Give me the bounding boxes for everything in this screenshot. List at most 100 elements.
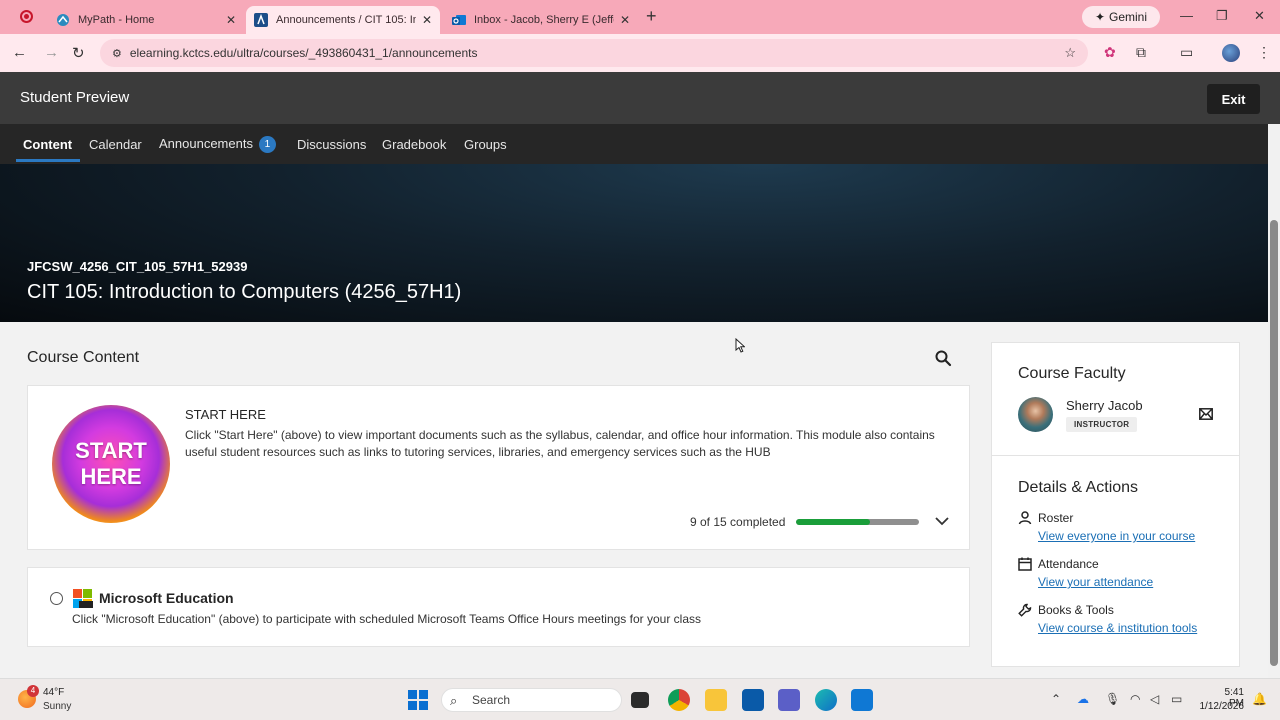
attendance-icon: [1018, 557, 1032, 571]
faculty-name[interactable]: Sherry Jacob: [1066, 398, 1143, 413]
back-icon[interactable]: ←: [12, 44, 27, 61]
edge-icon[interactable]: [815, 689, 837, 711]
reload-icon[interactable]: ↻: [72, 44, 85, 62]
file-explorer-icon[interactable]: [705, 689, 727, 711]
notification-icon[interactable]: 🔔: [1252, 692, 1267, 706]
tab-groups[interactable]: Groups: [464, 137, 507, 152]
module-description: Click "Microsoft Education" (above) to p…: [72, 612, 701, 626]
site-info-icon[interactable]: ⚙: [112, 47, 122, 60]
course-banner: JFCSW_4256_CIT_105_57H1_52939 CIT 105: I…: [0, 164, 1268, 322]
volume-icon[interactable]: ◁: [1150, 692, 1159, 706]
task-view-icon[interactable]: [631, 692, 649, 708]
tab-announcements-label: Announcements: [159, 136, 253, 151]
details-actions-heading: Details & Actions: [1018, 479, 1139, 496]
chevron-up-icon[interactable]: ⌃: [1051, 692, 1061, 706]
completion-radio[interactable]: [50, 592, 63, 605]
module-description: Click "Start Here" (above) to view impor…: [185, 428, 935, 459]
roster-icon: [1018, 511, 1032, 525]
blackboard-favicon-icon: [254, 13, 268, 27]
cast-icon[interactable]: ▭: [1180, 44, 1193, 61]
windows-start-icon[interactable]: [408, 690, 428, 710]
wifi-icon[interactable]: ◠: [1130, 692, 1140, 706]
tab-discussions[interactable]: Discussions: [297, 137, 366, 152]
mypath-favicon-icon: [57, 14, 69, 26]
search-icon: ⌕: [450, 693, 458, 708]
roster-label: Roster: [1038, 511, 1074, 525]
profile-avatar-icon[interactable]: [1222, 44, 1240, 62]
close-tab-icon[interactable]: ✕: [620, 13, 630, 27]
close-window-icon[interactable]: ✕: [1254, 8, 1265, 24]
browser-tab-label: Inbox - Jacob, Sherry E (Jefferso: [474, 14, 614, 26]
outlook-icon[interactable]: [851, 689, 873, 711]
start-here-image-text: HERE: [80, 464, 142, 489]
exit-preview-button[interactable]: Exit: [1207, 84, 1260, 114]
chevron-down-icon[interactable]: [934, 513, 950, 529]
minimize-icon[interactable]: —: [1180, 8, 1193, 23]
new-tab-icon[interactable]: +: [646, 6, 657, 27]
sidebar-divider: [992, 455, 1239, 456]
close-tab-icon[interactable]: ✕: [226, 13, 236, 27]
onedrive-icon[interactable]: ☁: [1077, 692, 1089, 706]
weather-condition[interactable]: Sunny: [43, 701, 71, 712]
close-tab-icon[interactable]: ✕: [422, 13, 432, 27]
taskbar-date[interactable]: 1/12/2026: [1193, 701, 1245, 712]
roster-link[interactable]: View everyone in your course: [1038, 529, 1195, 543]
module-progress-bar: [796, 519, 919, 525]
wrench-icon: [1018, 603, 1032, 617]
url-text: elearning.kctcs.edu/ultra/courses/_49386…: [129, 46, 478, 60]
extension-icon[interactable]: ✿: [1104, 44, 1116, 61]
attendance-link[interactable]: View your attendance: [1038, 575, 1153, 589]
start-here-image[interactable]: START HERE: [52, 405, 170, 523]
course-faculty-heading: Course Faculty: [1018, 365, 1126, 382]
course-title: CIT 105: Introduction to Computers (4256…: [27, 281, 462, 303]
module-title[interactable]: Microsoft Education: [99, 590, 234, 606]
module-progress-text: 9 of 15 completed: [690, 515, 786, 529]
browser-tab-label: Announcements / CIT 105: Intro: [276, 14, 416, 26]
mouse-cursor-icon: [735, 338, 745, 353]
browser-tab-mypath[interactable]: MyPath - Home ✕: [48, 6, 244, 34]
weather-temperature[interactable]: 44°F: [43, 687, 64, 698]
gemini-sparkle-icon: ✦: [1094, 10, 1106, 24]
forward-icon[interactable]: →: [44, 44, 59, 61]
recording-icon[interactable]: [20, 10, 33, 23]
faculty-role-badge: INSTRUCTOR: [1066, 417, 1138, 432]
avatar[interactable]: [1018, 397, 1053, 432]
weather-badge: 4: [27, 685, 39, 697]
extensions-puzzle-icon[interactable]: ⧉: [1136, 44, 1146, 61]
module-card-microsoft-education[interactable]: [27, 567, 970, 647]
active-tab-indicator: [16, 159, 80, 162]
tab-gradebook[interactable]: Gradebook: [382, 137, 446, 152]
module-title[interactable]: START HERE: [185, 407, 266, 422]
browser-tab-announcements[interactable]: Announcements / CIT 105: Intro ✕: [246, 6, 440, 34]
course-content-heading: Course Content: [27, 349, 140, 366]
chrome-icon[interactable]: [668, 689, 690, 711]
course-sidebar: [991, 342, 1240, 667]
tab-calendar[interactable]: Calendar: [89, 137, 142, 152]
browser-tab-inbox[interactable]: Inbox - Jacob, Sherry E (Jefferso ✕: [444, 6, 638, 34]
bookmark-star-icon[interactable]: ☆: [1064, 45, 1076, 61]
microsoft-education-icon: [73, 589, 93, 608]
taskbar-search-label: Search: [472, 693, 511, 707]
start-here-image-text: START: [75, 438, 147, 463]
restore-icon[interactable]: ❐: [1216, 8, 1228, 24]
browser-tab-label: MyPath - Home: [78, 14, 155, 26]
tab-content[interactable]: Content: [23, 137, 72, 152]
books-tools-link[interactable]: View course & institution tools: [1038, 621, 1197, 635]
taskbar-search-box[interactable]: ⌕ Search: [441, 688, 622, 712]
module-progress-fill: [796, 519, 870, 525]
scrollbar-thumb[interactable]: [1270, 220, 1278, 666]
microphone-icon[interactable]: 🎙: [1105, 692, 1120, 706]
student-preview-title: Student Preview: [20, 89, 130, 106]
tab-announcements[interactable]: Announcements 1: [159, 136, 276, 153]
gemini-button[interactable]: ✦ Gemini: [1082, 6, 1160, 28]
teams-icon[interactable]: [778, 689, 800, 711]
gemini-label: Gemini: [1109, 10, 1148, 24]
announcements-count-badge: 1: [258, 136, 276, 153]
books-tools-label: Books & Tools: [1038, 603, 1114, 617]
menu-dots-icon[interactable]: ⋮: [1257, 44, 1271, 61]
battery-icon[interactable]: ▭: [1171, 692, 1182, 706]
microsoft-store-icon[interactable]: [742, 689, 764, 711]
search-icon[interactable]: [934, 349, 952, 367]
address-bar[interactable]: ⚙ elearning.kctcs.edu/ultra/courses/_493…: [100, 39, 1088, 67]
envelope-icon[interactable]: [1199, 408, 1213, 420]
